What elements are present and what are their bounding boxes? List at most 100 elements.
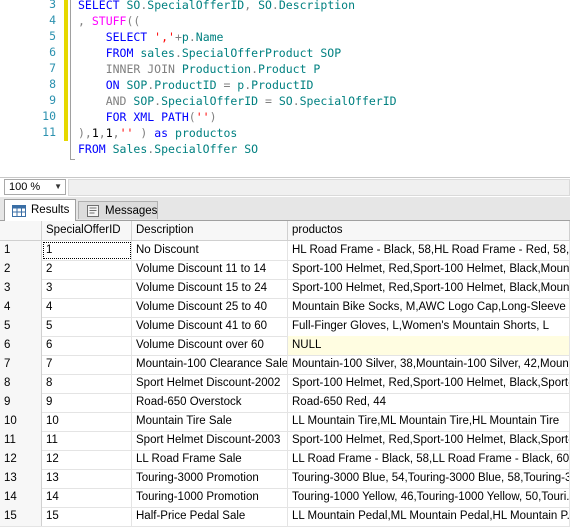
code-line[interactable]: FOR XML PATH('') (78, 109, 217, 125)
table-row[interactable]: 1 1 No Discount HL Road Frame - Black, 58,H… (0, 241, 570, 261)
cell-productos[interactable]: NULL (288, 336, 570, 355)
cell-description[interactable]: Sport Helmet Discount-2003 (132, 431, 288, 450)
cell-specialofferid[interactable]: 1 (42, 241, 132, 260)
cell-productos[interactable]: Sport-100 Helmet, Red,Sport-100 Helmet, … (288, 374, 570, 393)
cell-productos[interactable]: Sport-100 Helmet, Red,Sport-100 Helmet, … (288, 431, 570, 450)
cell-specialofferid[interactable]: 5 (42, 317, 132, 336)
cell-description[interactable]: Volume Discount 25 to 40 (132, 298, 288, 317)
row-number[interactable]: 1 (0, 241, 42, 260)
cell-specialofferid[interactable]: 3 (42, 279, 132, 298)
row-number[interactable]: 4 (0, 298, 42, 317)
table-row[interactable]: 9 9 Road-650 Overstock Road-650 Red, 44 (0, 393, 570, 413)
cell-productos[interactable]: Road-650 Red, 44 (288, 393, 570, 412)
cell-productos[interactable]: Touring-1000 Yellow, 46,Touring-1000 Yel… (288, 488, 570, 507)
row-number[interactable]: 5 (0, 317, 42, 336)
cell-specialofferid[interactable]: 4 (42, 298, 132, 317)
cell-productos[interactable]: Full-Finger Gloves, L,Women's Mountain S… (288, 317, 570, 336)
chevron-down-icon[interactable]: ▼ (54, 180, 62, 194)
row-number[interactable]: 12 (0, 450, 42, 469)
results-grid[interactable]: SpecialOfferID Description productos 11N… (0, 221, 570, 531)
table-row[interactable]: 15 15 Half-Price Pedal Sale LL Mountain Ped… (0, 507, 570, 527)
cell-productos[interactable]: Sport-100 Helmet, Red,Sport-100 Helmet, … (288, 279, 570, 298)
cell-specialofferid[interactable]: 14 (42, 488, 132, 507)
cell-description[interactable]: No Discount (132, 241, 288, 260)
cell-description[interactable]: Sport Helmet Discount-2002 (132, 374, 288, 393)
cell-specialofferid[interactable]: 15 (42, 507, 132, 526)
code-line[interactable]: FROM sales.SpecialOfferProduct SOP (78, 45, 341, 61)
cell-specialofferid[interactable]: 6 (42, 336, 132, 355)
table-row[interactable]: 12 12 LL Road Frame Sale LL Road Frame - Bl… (0, 450, 570, 470)
cell-productos[interactable]: LL Road Frame - Black, 58,LL Road Frame … (288, 450, 570, 469)
code-line[interactable]: SELECT ','+p.Name (78, 29, 224, 45)
cell-specialofferid[interactable]: 10 (42, 412, 132, 431)
cell-description[interactable]: Half-Price Pedal Sale (132, 507, 288, 526)
row-number[interactable]: 2 (0, 260, 42, 279)
code-token: , (244, 0, 259, 12)
row-number[interactable]: 15 (0, 507, 42, 526)
cell-specialofferid[interactable]: 7 (42, 355, 132, 374)
cell-description[interactable]: Touring-1000 Promotion (132, 488, 288, 507)
cell-description[interactable]: Touring-3000 Promotion (132, 469, 288, 488)
row-number[interactable]: 7 (0, 355, 42, 374)
cell-specialofferid[interactable]: 13 (42, 469, 132, 488)
cell-specialofferid[interactable]: 11 (42, 431, 132, 450)
row-number[interactable]: 6 (0, 336, 42, 355)
column-header-specialofferid[interactable]: SpecialOfferID (42, 221, 132, 240)
table-row[interactable]: 10 10 Mountain Tire Sale LL Mountain Tire,M… (0, 412, 570, 432)
table-row[interactable]: 13 13 Touring-3000 Promotion Touring-3000 B… (0, 469, 570, 489)
cell-productos[interactable]: Touring-3000 Blue, 54,Touring-3000 Blue,… (288, 469, 570, 488)
cell-description[interactable]: Mountain Tire Sale (132, 412, 288, 431)
table-row[interactable]: 7 7 Mountain-100 Clearance Sale Mountain-10… (0, 355, 570, 375)
row-number[interactable]: 13 (0, 469, 42, 488)
column-header-productos[interactable]: productos (288, 221, 570, 240)
code-line[interactable]: , STUFF(( (78, 13, 140, 29)
code-token: STUFF (91, 14, 127, 28)
cell-description[interactable]: Road-650 Overstock (132, 393, 288, 412)
cell-description[interactable]: Volume Discount 15 to 24 (132, 279, 288, 298)
table-row[interactable]: 5 5 Volume Discount 41 to 60 Full-Finger Gl… (0, 317, 570, 337)
row-number[interactable]: 10 (0, 412, 42, 431)
table-row[interactable]: 4 4 Volume Discount 25 to 40 Mountain Bike … (0, 298, 570, 318)
column-header-description[interactable]: Description (132, 221, 288, 240)
table-row[interactable]: 3 3 Volume Discount 15 to 24 Sport-100 Helm… (0, 279, 570, 299)
cell-description[interactable]: Volume Discount 11 to 14 (132, 260, 288, 279)
code-line[interactable]: AND SOP.SpecialOfferID = SO.SpecialOffer… (78, 93, 397, 109)
corner-header[interactable] (0, 221, 42, 240)
code-line[interactable]: INNER JOIN Production.Product P (78, 61, 321, 77)
cell-specialofferid[interactable]: 2 (42, 260, 132, 279)
tab-messages[interactable]: Messages (78, 201, 158, 219)
cell-productos[interactable]: LL Mountain Pedal,ML Mountain Pedal,HL M… (288, 507, 570, 526)
table-row[interactable]: 6 6 Volume Discount over 60 NULL (0, 336, 570, 356)
cell-description[interactable]: Mountain-100 Clearance Sale (132, 355, 288, 374)
table-row[interactable]: 14 14 Touring-1000 Promotion Touring-1000 Y… (0, 488, 570, 508)
zoom-dropdown[interactable]: 100 % ▼ (4, 179, 66, 195)
line-number: 6 (49, 45, 56, 59)
code-line[interactable]: ),1,1,'' ) as productos (78, 125, 237, 141)
table-row[interactable]: 2 2 Volume Discount 11 to 14 Sport-100 Helm… (0, 260, 570, 280)
cell-productos[interactable]: Mountain-100 Silver, 38,Mountain-100 Sil… (288, 355, 570, 374)
cell-productos[interactable]: Sport-100 Helmet, Red,Sport-100 Helmet, … (288, 260, 570, 279)
cell-productos[interactable]: Mountain Bike Socks, M,AWC Logo Cap,Long… (288, 298, 570, 317)
row-number[interactable]: 11 (0, 431, 42, 450)
row-number[interactable]: 14 (0, 488, 42, 507)
row-number[interactable]: 9 (0, 393, 42, 412)
fold-guide (70, 0, 71, 160)
cell-specialofferid[interactable]: 9 (42, 393, 132, 412)
code-line[interactable]: FROM Sales.SpecialOffer SO (78, 141, 258, 157)
code-line[interactable]: SELECT SO.SpecialOfferID, SO.Description (78, 0, 355, 13)
cell-description[interactable]: LL Road Frame Sale (132, 450, 288, 469)
sql-editor[interactable]: 3 4 5 6 7 8 9 10 11 SELECT SO.SpecialOfferID, SO… (0, 0, 570, 176)
cell-specialofferid[interactable]: 12 (42, 450, 132, 469)
table-row[interactable]: 8 8 Sport Helmet Discount-2002 Sport-100 He… (0, 374, 570, 394)
code-line[interactable]: ON SOP.ProductID = p.ProductID (78, 77, 314, 93)
horizontal-scrollbar[interactable] (68, 179, 570, 196)
tab-results[interactable]: Results (4, 199, 76, 221)
cell-productos[interactable]: LL Mountain Tire,ML Mountain Tire,HL Mou… (288, 412, 570, 431)
row-number[interactable]: 3 (0, 279, 42, 298)
cell-description[interactable]: Volume Discount over 60 (132, 336, 288, 355)
cell-productos[interactable]: HL Road Frame - Black, 58,HL Road Frame … (288, 241, 570, 260)
cell-description[interactable]: Volume Discount 41 to 60 (132, 317, 288, 336)
table-row[interactable]: 11 11 Sport Helmet Discount-2003 Sport-100 … (0, 431, 570, 451)
cell-specialofferid[interactable]: 8 (42, 374, 132, 393)
row-number[interactable]: 8 (0, 374, 42, 393)
